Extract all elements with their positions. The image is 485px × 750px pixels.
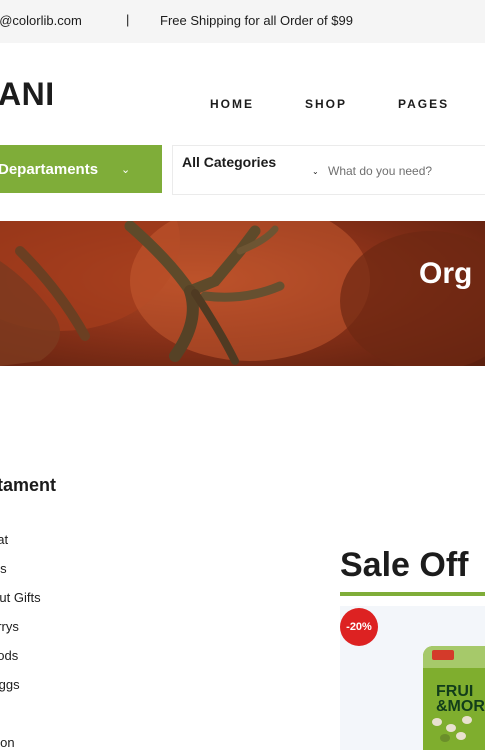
contact-email[interactable]: o@colorlib.com: [0, 13, 82, 28]
brand-logo: [432, 650, 454, 660]
banner-title: Org: [419, 257, 473, 290]
title-underline: [340, 592, 485, 596]
department-item[interactable]: errys: [0, 619, 41, 648]
sidebar-heading: rtament: [0, 475, 57, 495]
discount-badge: -20%: [340, 608, 378, 646]
nut-graphic: [446, 724, 456, 732]
department-item[interactable]: les: [0, 561, 41, 590]
product-pack-text: FRUI &MOR: [436, 683, 485, 715]
nut-graphic: [456, 732, 466, 740]
site-logo[interactable]: ANI: [0, 76, 55, 113]
nav-shop[interactable]: SHOP: [305, 97, 347, 111]
department-item[interactable]: d: [0, 706, 41, 735]
departments-label: Departaments: [0, 161, 99, 178]
shipping-notice: Free Shipping for all Order of $99: [160, 13, 353, 28]
chevron-down-icon[interactable]: ⌄: [312, 167, 319, 176]
nut-graphic: [462, 716, 472, 724]
nav-pages[interactable]: PAGES: [398, 97, 449, 111]
nav-home[interactable]: HOME: [210, 97, 254, 111]
category-select[interactable]: All Categories: [182, 154, 276, 170]
sale-off-title: Sale Off: [340, 546, 469, 584]
search-input[interactable]: [328, 162, 485, 180]
nut-graphic: [432, 718, 442, 726]
top-bar: o@colorlib.com | Free Shipping for all O…: [0, 0, 485, 43]
departments-button[interactable]: Departaments ⌄: [0, 145, 162, 193]
department-item[interactable]: hion: [0, 735, 41, 750]
department-item[interactable]: eat: [0, 532, 41, 561]
hero-banner: Org: [0, 221, 485, 366]
department-list: eat les Nut Gifts errys oods Eggs d hion: [0, 532, 41, 750]
topbar-separator: |: [126, 12, 130, 27]
chevron-down-icon: ⌄: [121, 164, 131, 176]
nut-graphic: [440, 734, 450, 742]
department-item[interactable]: Eggs: [0, 677, 41, 706]
banner-image: [0, 221, 485, 366]
department-item[interactable]: Nut Gifts: [0, 590, 41, 619]
search-bar: All Categories ⌄: [172, 145, 485, 195]
department-item[interactable]: oods: [0, 648, 41, 677]
